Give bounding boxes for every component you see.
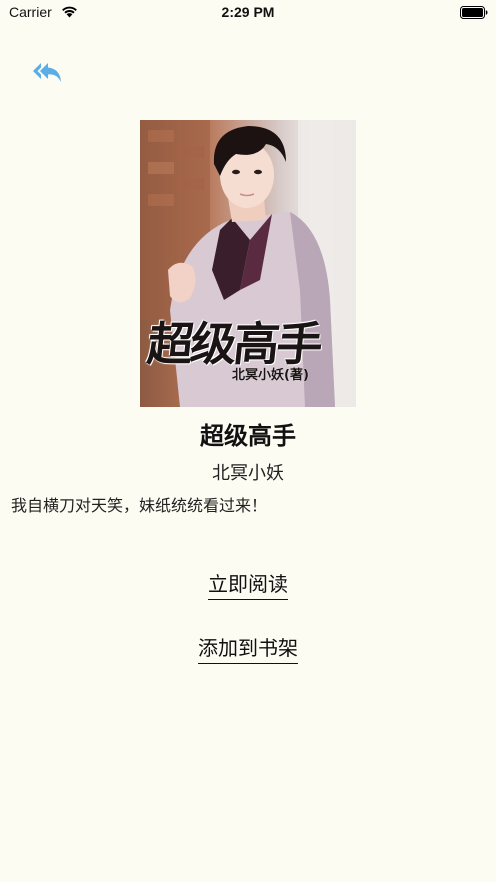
back-button[interactable] <box>31 60 65 86</box>
book-title: 超级高手 <box>200 422 296 450</box>
reply-arrow-icon <box>33 63 61 82</box>
read-now-label[interactable]: 立即阅读 <box>208 568 288 600</box>
cover-author: 北冥小妖(著) <box>232 368 309 383</box>
book-cover[interactable]: 超级高手 北冥小妖(著) <box>140 120 356 407</box>
book-intro: 我自横刀对天笑，妹纸统统看过来！ <box>11 496 268 515</box>
battery-icon <box>460 6 488 19</box>
status-bar: Carrier 2:29 PM <box>0 0 496 28</box>
add-to-shelf-button[interactable]: 添加到书架 <box>0 632 496 664</box>
status-time: 2:29 PM <box>221 4 275 20</box>
book-author: 北冥小妖 <box>212 463 284 484</box>
read-now-button[interactable]: 立即阅读 <box>0 568 496 600</box>
add-to-shelf-label[interactable]: 添加到书架 <box>198 632 298 664</box>
